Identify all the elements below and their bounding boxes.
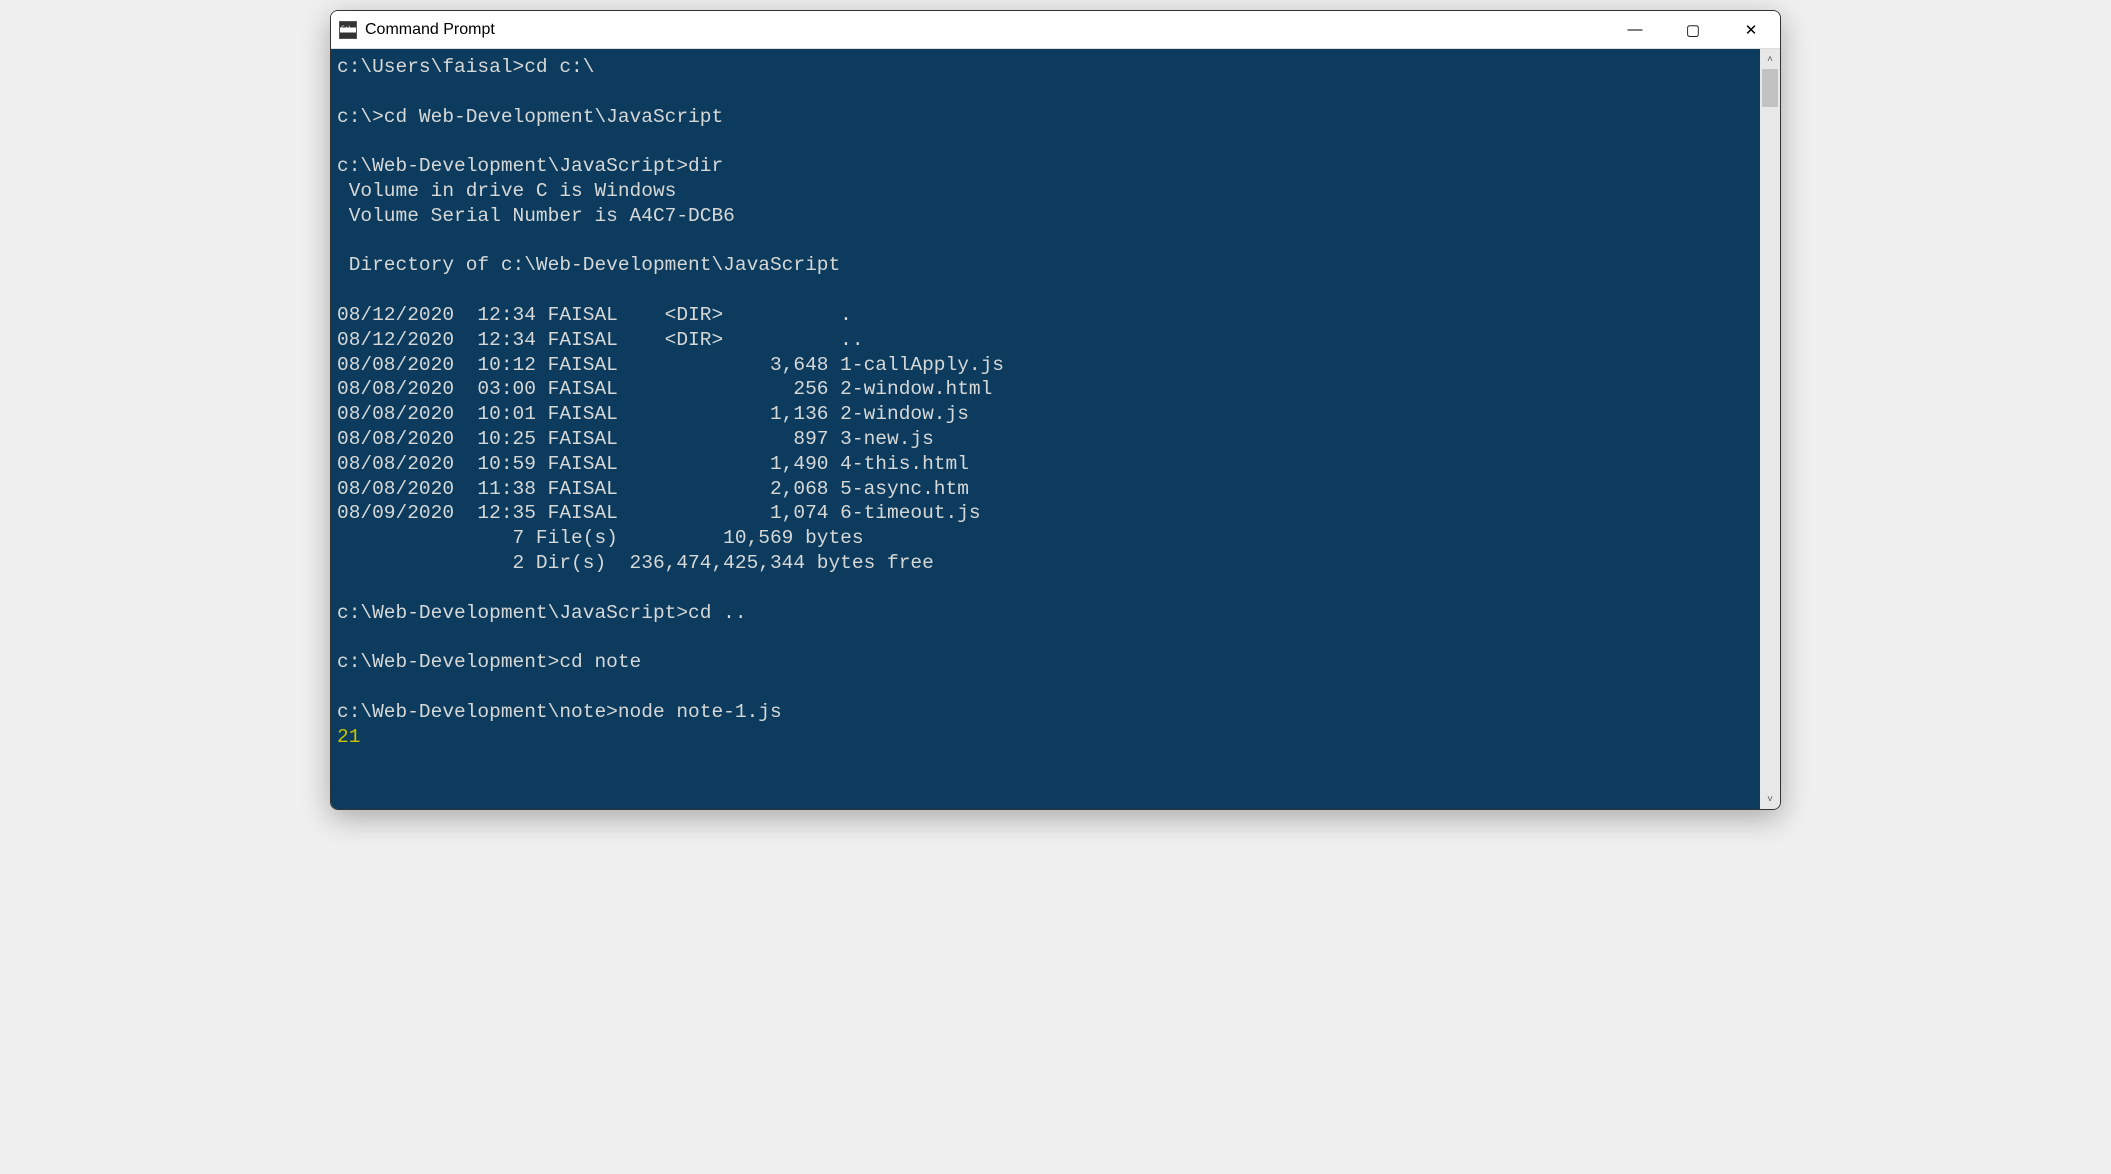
terminal-line: Volume Serial Number is A4C7-DCB6 xyxy=(337,205,735,227)
maximize-button[interactable]: ▢ xyxy=(1664,11,1722,49)
chevron-up-icon: ˄ xyxy=(1767,54,1773,65)
terminal-line: 08/08/2020 10:59 FAISAL 1,490 4-this.htm… xyxy=(337,453,969,475)
minimize-button[interactable]: — xyxy=(1606,11,1664,49)
terminal-line: Volume in drive C is Windows xyxy=(337,180,676,202)
maximize-icon: ▢ xyxy=(1686,21,1700,39)
terminal-line: c:\Web-Development\JavaScript>dir xyxy=(337,155,723,177)
terminal-line: 08/08/2020 10:12 FAISAL 3,648 1-callAppl… xyxy=(337,354,1004,376)
scrollbar-track[interactable] xyxy=(1760,69,1780,789)
vertical-scrollbar[interactable]: ˄ ˅ xyxy=(1760,49,1780,809)
scroll-down-button[interactable]: ˅ xyxy=(1760,789,1780,809)
terminal-line: c:\>cd Web-Development\JavaScript xyxy=(337,106,723,128)
titlebar[interactable]: Command Prompt — ▢ ✕ xyxy=(331,11,1780,49)
terminal-line: 2 Dir(s) 236,474,425,344 bytes free xyxy=(337,552,934,574)
terminal-line: 08/08/2020 11:38 FAISAL 2,068 5-async.ht… xyxy=(337,478,969,500)
close-button[interactable]: ✕ xyxy=(1722,11,1780,49)
chevron-down-icon: ˅ xyxy=(1767,794,1773,805)
terminal-output[interactable]: c:\Users\faisal>cd c:\ c:\>cd Web-Develo… xyxy=(331,49,1760,809)
terminal-line: c:\Users\faisal>cd c:\ xyxy=(337,56,594,78)
terminal-line: 08/12/2020 12:34 FAISAL <DIR> . xyxy=(337,304,852,326)
node-output: 21 xyxy=(337,726,360,748)
scrollbar-thumb[interactable] xyxy=(1762,69,1778,107)
terminal-line: c:\Web-Development\note>node note-1.js xyxy=(337,701,782,723)
terminal-line: 08/09/2020 12:35 FAISAL 1,074 6-timeout.… xyxy=(337,502,981,524)
scroll-up-button[interactable]: ˄ xyxy=(1760,49,1780,69)
terminal-line: c:\Web-Development>cd note xyxy=(337,651,641,673)
terminal-line: 08/12/2020 12:34 FAISAL <DIR> .. xyxy=(337,329,864,351)
command-prompt-window: Command Prompt — ▢ ✕ c:\Users\faisal>cd … xyxy=(330,10,1781,810)
terminal-line: 08/08/2020 10:25 FAISAL 897 3-new.js xyxy=(337,428,934,450)
terminal-line: c:\Web-Development\JavaScript>cd .. xyxy=(337,602,747,624)
terminal-line: 08/08/2020 03:00 FAISAL 256 2-window.htm… xyxy=(337,378,992,400)
terminal-line: Directory of c:\Web-Development\JavaScri… xyxy=(337,254,840,276)
minimize-icon: — xyxy=(1628,21,1643,38)
cmd-icon xyxy=(339,21,357,39)
close-icon: ✕ xyxy=(1745,21,1758,39)
window-title: Command Prompt xyxy=(365,21,495,39)
terminal-line: 08/08/2020 10:01 FAISAL 1,136 2-window.j… xyxy=(337,403,969,425)
terminal-line: 7 File(s) 10,569 bytes xyxy=(337,527,864,549)
client-area: c:\Users\faisal>cd c:\ c:\>cd Web-Develo… xyxy=(331,49,1780,809)
